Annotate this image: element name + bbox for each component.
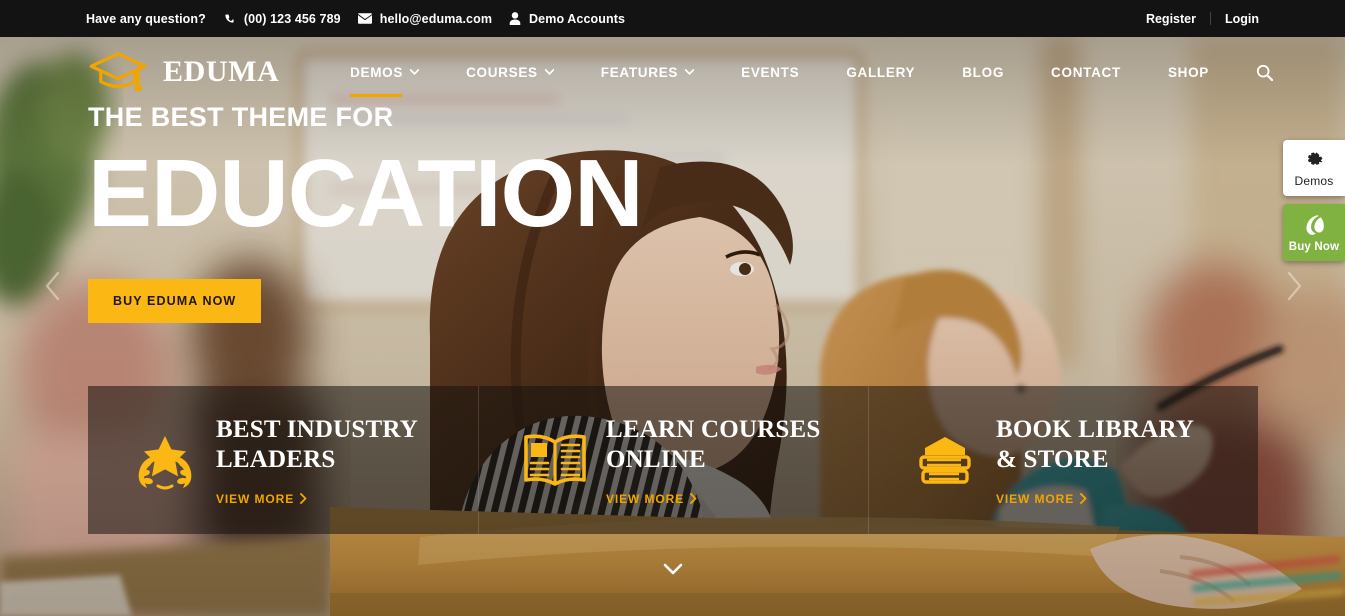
nav-label-shop: SHOP bbox=[1167, 64, 1209, 80]
logo[interactable]: EDUMA bbox=[88, 50, 279, 94]
register-link[interactable]: Register bbox=[1132, 12, 1210, 26]
nav-label-gallery: GALLERY bbox=[846, 64, 916, 80]
side-tab-buy-now-label: Buy Now bbox=[1288, 241, 1340, 253]
carousel-prev-button[interactable] bbox=[44, 271, 62, 306]
buy-eduma-now-button[interactable]: BUY EDUMA NOW bbox=[88, 278, 262, 323]
hero-copy: THE BEST THEME FOR EDUCATION BUY EDUMA N… bbox=[88, 102, 644, 323]
hero-kicker: THE BEST THEME FOR bbox=[88, 102, 394, 132]
nav-label-demos: DEMOS bbox=[350, 64, 404, 80]
user-icon bbox=[509, 12, 521, 25]
nav-item-demos[interactable]: DEMOS bbox=[350, 64, 420, 97]
feature-card-title-line1: BOOK LIBRARY bbox=[996, 415, 1195, 443]
nav-label-courses: COURSES bbox=[466, 64, 538, 80]
floating-side-tabs: Demos Buy Now bbox=[1283, 140, 1345, 261]
nav-item-blog[interactable]: BLOG bbox=[962, 65, 1004, 80]
feature-card-title-line2: & STORE bbox=[996, 446, 1109, 473]
view-more-label: VIEW MORE bbox=[216, 491, 295, 506]
phone-icon bbox=[223, 12, 236, 25]
chevron-right-icon bbox=[1287, 271, 1302, 301]
open-book-icon bbox=[518, 432, 592, 488]
feature-card-title-line1: BEST INDUSTRY bbox=[216, 415, 419, 443]
top-bar-left-group: Have any question? (00) 123 456 789 hell… bbox=[86, 12, 625, 26]
site-header: EDUMA DEMOS COURSES FEATURES EVENTS GALL… bbox=[0, 37, 1345, 107]
chevron-right-icon bbox=[300, 493, 307, 504]
top-bar: Have any question? (00) 123 456 789 hell… bbox=[0, 0, 1345, 37]
nav-item-events[interactable]: EVENTS bbox=[741, 65, 799, 80]
feature-cards: BEST INDUSTRY LEADERS VIEW MORE LEARN CO… bbox=[88, 386, 1258, 534]
chevron-down-icon bbox=[410, 69, 420, 75]
feature-card-body: LEARN COURSES ONLINE VIEW MORE bbox=[606, 415, 820, 506]
chevron-down-icon bbox=[663, 563, 682, 575]
phone-number: (00) 123 456 789 bbox=[243, 11, 341, 26]
nav-item-shop[interactable]: SHOP bbox=[1168, 65, 1209, 80]
have-any-question-text: Have any question? bbox=[86, 11, 206, 26]
chevron-left-icon bbox=[45, 271, 60, 301]
side-tab-demos-label: Demos bbox=[1294, 174, 1334, 188]
view-more-label: VIEW MORE bbox=[606, 491, 685, 506]
login-link[interactable]: Login bbox=[1211, 12, 1273, 26]
chevron-right-icon bbox=[1080, 493, 1087, 504]
feature-card-body: BOOK LIBRARY & STORE VIEW MORE bbox=[996, 415, 1194, 506]
demo-accounts-link[interactable]: Demo Accounts bbox=[509, 12, 625, 26]
graduation-cap-icon bbox=[89, 52, 147, 92]
view-more-link[interactable]: VIEW MORE bbox=[996, 492, 1194, 506]
feature-card-title: BEST INDUSTRY LEADERS bbox=[216, 415, 418, 476]
envelope-icon bbox=[357, 13, 372, 24]
view-more-link[interactable]: VIEW MORE bbox=[216, 492, 418, 506]
feature-card-title: LEARN COURSES ONLINE bbox=[606, 415, 820, 476]
feature-card-title-line1: LEARN COURSES bbox=[606, 415, 821, 443]
feature-card-best-industry-leaders[interactable]: BEST INDUSTRY LEADERS VIEW MORE bbox=[88, 386, 478, 534]
feature-card-body: BEST INDUSTRY LEADERS VIEW MORE bbox=[216, 415, 418, 506]
nav-item-gallery[interactable]: GALLERY bbox=[846, 65, 915, 80]
search-button[interactable] bbox=[1256, 64, 1273, 81]
chevron-right-icon bbox=[690, 493, 697, 504]
scroll-down-button[interactable] bbox=[663, 562, 683, 580]
feature-card-title-line2: LEADERS bbox=[216, 446, 336, 473]
search-icon bbox=[1256, 64, 1273, 81]
feature-card-learn-courses-online[interactable]: LEARN COURSES ONLINE VIEW MORE bbox=[478, 386, 868, 534]
gear-icon bbox=[1307, 152, 1322, 165]
nav-label-contact: CONTACT bbox=[1051, 64, 1121, 80]
email-link[interactable]: hello@eduma.com bbox=[357, 11, 493, 26]
envato-leaf-icon bbox=[1306, 215, 1324, 235]
feature-card-title-line2: ONLINE bbox=[606, 446, 706, 473]
feature-card-title: BOOK LIBRARY & STORE bbox=[996, 415, 1194, 476]
top-bar-right-group: Register Login bbox=[1132, 0, 1273, 37]
book-stack-icon bbox=[908, 432, 982, 488]
logo-text: EDUMA bbox=[163, 55, 280, 88]
feature-card-book-library-store[interactable]: BOOK LIBRARY & STORE VIEW MORE bbox=[868, 386, 1258, 534]
side-tab-buy-now[interactable]: Buy Now bbox=[1283, 204, 1345, 261]
chevron-down-icon bbox=[685, 69, 695, 75]
hero-title: EDUCATION bbox=[88, 140, 644, 247]
side-tab-demos[interactable]: Demos bbox=[1283, 140, 1345, 196]
page-root: Have any question? (00) 123 456 789 hell… bbox=[0, 0, 1345, 616]
phone-link[interactable]: (00) 123 456 789 bbox=[223, 12, 341, 26]
nav-label-features: FEATURES bbox=[600, 64, 679, 80]
email-address: hello@eduma.com bbox=[379, 11, 493, 26]
have-any-question-label: Have any question? bbox=[86, 12, 206, 26]
main-navigation: DEMOS COURSES FEATURES EVENTS GALLERY BL… bbox=[350, 64, 1345, 97]
nav-label-blog: BLOG bbox=[962, 64, 1005, 80]
view-more-link[interactable]: VIEW MORE bbox=[606, 492, 820, 506]
chevron-down-icon bbox=[544, 69, 554, 75]
nav-item-contact[interactable]: CONTACT bbox=[1051, 65, 1121, 80]
demo-accounts-label: Demo Accounts bbox=[529, 11, 626, 26]
view-more-label: VIEW MORE bbox=[996, 491, 1075, 506]
nav-label-events: EVENTS bbox=[741, 64, 800, 80]
carousel-next-button[interactable] bbox=[1285, 271, 1303, 306]
star-laurel-icon bbox=[128, 430, 202, 490]
nav-item-features[interactable]: FEATURES bbox=[600, 64, 695, 80]
nav-item-courses[interactable]: COURSES bbox=[466, 65, 554, 80]
